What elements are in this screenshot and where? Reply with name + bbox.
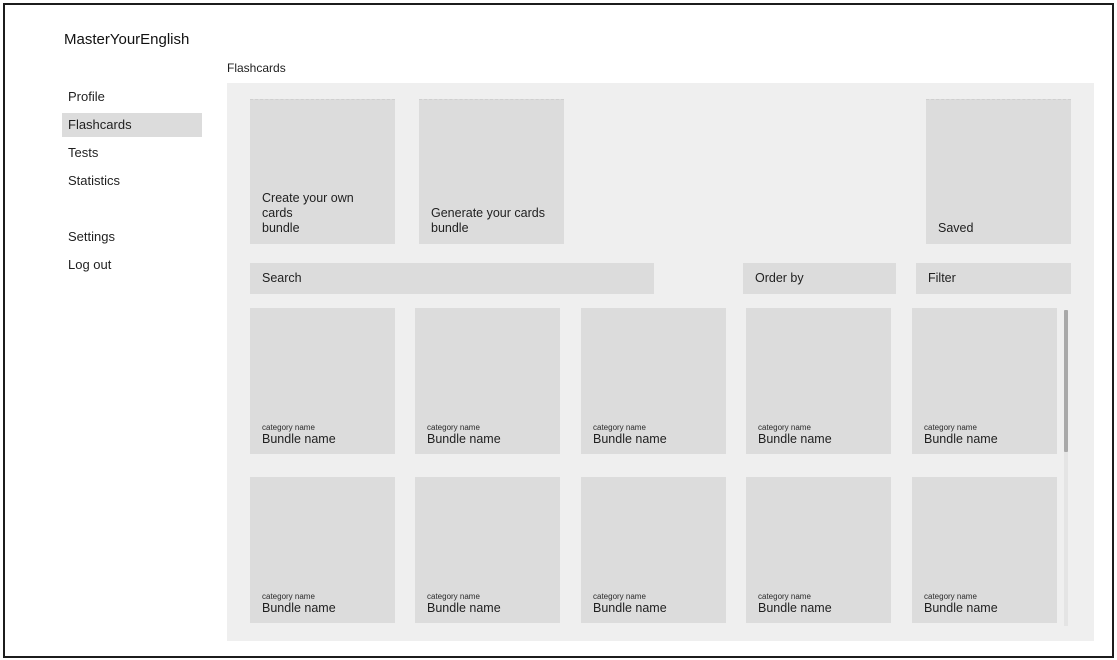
bundle-name: Bundle name — [262, 601, 336, 615]
bundle-category: category name — [924, 423, 977, 432]
bundle-category: category name — [427, 423, 480, 432]
sidebar-item-statistics[interactable]: Statistics — [62, 169, 202, 193]
bundle-name: Bundle name — [593, 432, 667, 446]
bundle-category: category name — [758, 423, 811, 432]
main-panel: Create your own cards bundle Generate yo… — [227, 83, 1094, 641]
create-bundle-label: Create your own cards bundle — [262, 191, 354, 235]
scrollbar-track[interactable] — [1064, 310, 1068, 626]
bundle-category: category name — [593, 423, 646, 432]
bundle-card[interactable]: category name Bundle name — [250, 308, 395, 454]
bundle-category: category name — [924, 592, 977, 601]
sidebar-item-tests[interactable]: Tests — [62, 141, 202, 165]
bundle-card[interactable]: category name Bundle name — [581, 308, 726, 454]
bundle-card[interactable]: category name Bundle name — [581, 477, 726, 623]
saved-label: Saved — [938, 221, 974, 235]
bundle-category: category name — [262, 423, 315, 432]
bundle-category: category name — [427, 592, 480, 601]
generate-bundle-card[interactable]: Generate your cards bundle — [419, 99, 564, 244]
bundle-name: Bundle name — [924, 601, 998, 615]
bundle-card[interactable]: category name Bundle name — [250, 477, 395, 623]
bundle-card[interactable]: category name Bundle name — [415, 308, 560, 454]
sidebar-item-profile[interactable]: Profile — [62, 85, 202, 109]
filter-dropdown[interactable]: Filter — [916, 263, 1071, 294]
bundle-name: Bundle name — [593, 601, 667, 615]
bundle-card[interactable]: category name Bundle name — [912, 477, 1057, 623]
scrollbar-thumb[interactable] — [1064, 310, 1068, 452]
bundle-name: Bundle name — [427, 432, 501, 446]
bundle-name: Bundle name — [924, 432, 998, 446]
create-bundle-card[interactable]: Create your own cards bundle — [250, 99, 395, 244]
bundle-category: category name — [262, 592, 315, 601]
bundle-category: category name — [593, 592, 646, 601]
page-title: Flashcards — [227, 61, 286, 75]
search-input[interactable]: Search — [250, 263, 654, 294]
bundle-name: Bundle name — [758, 432, 832, 446]
order-by-dropdown[interactable]: Order by — [743, 263, 896, 294]
bundle-name: Bundle name — [262, 432, 336, 446]
app-title: MasterYourEnglish — [64, 31, 190, 48]
app-window: MasterYourEnglish Profile Flashcards Tes… — [3, 3, 1114, 658]
bundle-card[interactable]: category name Bundle name — [746, 477, 891, 623]
bundle-name: Bundle name — [427, 601, 501, 615]
bundle-card[interactable]: category name Bundle name — [912, 308, 1057, 454]
bundle-name: Bundle name — [758, 601, 832, 615]
generate-bundle-label: Generate your cards bundle — [431, 206, 545, 235]
saved-card[interactable]: Saved — [926, 99, 1071, 244]
sidebar: Profile Flashcards Tests Statistics Sett… — [62, 85, 202, 281]
bundle-card[interactable]: category name Bundle name — [746, 308, 891, 454]
sidebar-item-logout[interactable]: Log out — [62, 253, 202, 277]
sidebar-item-settings[interactable]: Settings — [62, 225, 202, 249]
sidebar-item-flashcards[interactable]: Flashcards — [62, 113, 202, 137]
bundle-category: category name — [758, 592, 811, 601]
bundle-card[interactable]: category name Bundle name — [415, 477, 560, 623]
